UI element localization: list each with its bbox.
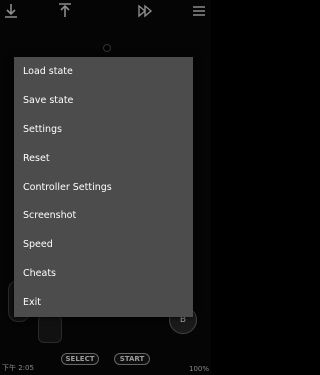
menu-item-speed[interactable]: Speed	[14, 230, 193, 259]
fast-forward-icon[interactable]	[136, 2, 154, 20]
upload-icon[interactable]	[56, 2, 74, 20]
status-time: 下午 2:05	[2, 364, 34, 372]
emulator-screen: B Load state Save state Settings Reset C…	[0, 0, 211, 375]
dpad-down-background	[38, 315, 62, 343]
menu-item-load-state[interactable]: Load state	[14, 57, 193, 86]
menu-item-controller-settings[interactable]: Controller Settings	[14, 173, 193, 202]
background-dot	[103, 44, 111, 52]
overflow-menu: Load state Save state Settings Reset Con…	[14, 57, 193, 317]
menu-item-reset[interactable]: Reset	[14, 144, 193, 173]
menu-item-settings[interactable]: Settings	[14, 115, 193, 144]
status-battery: 100%	[188, 365, 209, 373]
menu-item-cheats[interactable]: Cheats	[14, 259, 193, 288]
download-icon[interactable]	[2, 2, 20, 20]
menu-item-save-state[interactable]: Save state	[14, 86, 193, 115]
menu-item-exit[interactable]: Exit	[14, 288, 193, 317]
top-toolbar	[0, 0, 211, 24]
select-button[interactable]: SELECT	[61, 353, 99, 365]
hamburger-menu-icon[interactable]	[190, 2, 208, 20]
menu-item-screenshot[interactable]: Screenshot	[14, 201, 193, 230]
start-button[interactable]: START	[114, 353, 150, 365]
